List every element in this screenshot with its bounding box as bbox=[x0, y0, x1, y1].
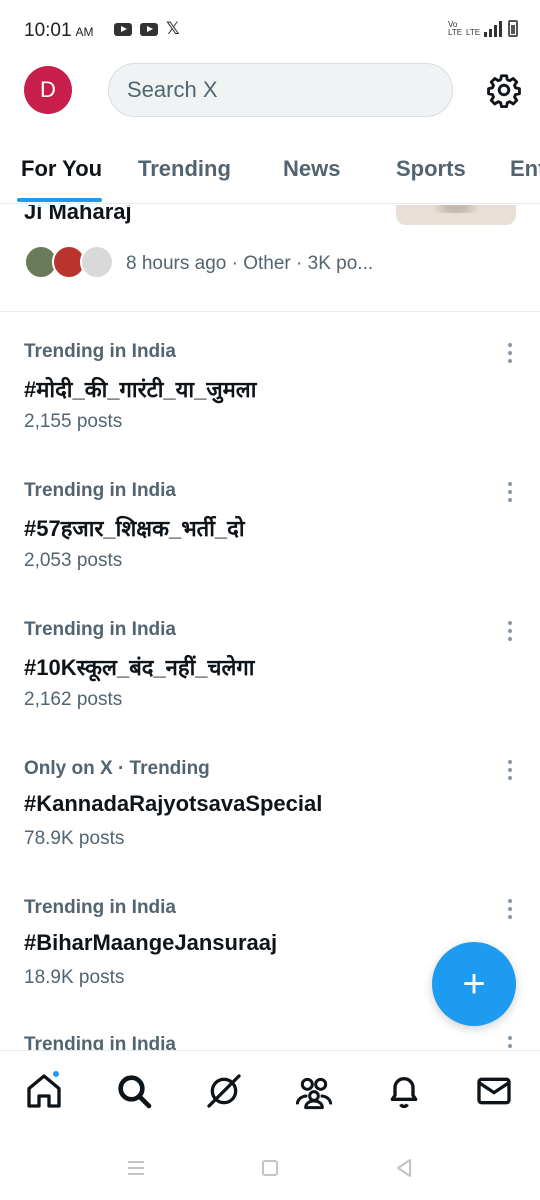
system-navigation-bar bbox=[0, 1138, 540, 1200]
back-icon[interactable] bbox=[392, 1156, 416, 1180]
trend-context: Trending in India bbox=[24, 619, 176, 640]
trend-item[interactable]: Only on X · Trending #KannadaRajyotsavaS… bbox=[0, 758, 540, 897]
active-tab-indicator bbox=[17, 198, 102, 202]
plus-icon: + bbox=[462, 961, 486, 1006]
home-button-icon[interactable] bbox=[258, 1156, 282, 1180]
story-avatars bbox=[24, 245, 116, 281]
status-bar: 10:01 AM 𝕏 Vo LTE LTE bbox=[0, 0, 540, 60]
status-ampm: AM bbox=[75, 25, 94, 39]
trend-hashtag: #मोदी_की_गारंटी_या_जुमला bbox=[24, 377, 257, 402]
trend-hashtag: #BiharMaangeJansuraaj bbox=[24, 930, 278, 955]
search-placeholder: Search X bbox=[127, 77, 218, 102]
home-notification-dot bbox=[51, 1069, 61, 1079]
x-logo-icon: 𝕏 bbox=[166, 19, 180, 38]
trend-post-count: 2,162 posts bbox=[24, 689, 123, 710]
trend-hashtag: #KannadaRajyotsavaSpecial bbox=[24, 791, 323, 816]
more-options-icon[interactable] bbox=[500, 480, 520, 504]
more-options-icon[interactable] bbox=[500, 758, 520, 782]
status-clock: 10:01 bbox=[24, 20, 72, 41]
story-thumbnail bbox=[396, 205, 516, 225]
system-indicators: Vo LTE LTE bbox=[448, 20, 518, 37]
trend-context: Trending in India bbox=[24, 341, 176, 362]
trend-post-count: 18.9K posts bbox=[24, 967, 125, 988]
more-options-icon[interactable] bbox=[500, 897, 520, 921]
divider bbox=[0, 311, 540, 312]
search-input[interactable]: Search X bbox=[108, 63, 453, 117]
trend-post-count: 2,155 posts bbox=[24, 411, 123, 432]
trend-hashtag: #57हजार_शिक्षक_भर्ती_दो bbox=[24, 516, 245, 541]
bell-icon[interactable] bbox=[384, 1071, 424, 1111]
volte-label: Vo LTE bbox=[448, 20, 463, 37]
youtube-icon bbox=[114, 22, 132, 36]
tab-entertainment[interactable]: Ent bbox=[510, 156, 540, 182]
trend-post-count: 2,053 posts bbox=[24, 550, 123, 571]
more-options-icon[interactable] bbox=[500, 1034, 520, 1050]
tab-sports[interactable]: Sports bbox=[396, 156, 466, 182]
recent-apps-icon[interactable] bbox=[124, 1156, 148, 1180]
avatar-letter: D bbox=[40, 77, 56, 102]
trend-item[interactable]: Trending in India bbox=[0, 1034, 540, 1050]
more-options-icon[interactable] bbox=[500, 619, 520, 643]
lte-label: LTE bbox=[466, 28, 481, 37]
notification-icons: 𝕏 bbox=[114, 19, 180, 38]
trend-context: Trending in India bbox=[24, 480, 176, 501]
bottom-navigation bbox=[0, 1050, 540, 1138]
settings-gear-icon[interactable] bbox=[486, 72, 522, 108]
trend-context: Trending in India bbox=[24, 1034, 176, 1050]
communities-icon[interactable] bbox=[294, 1071, 334, 1111]
story-meta: 8 hours ago · Other · 3K po... bbox=[126, 253, 374, 274]
explore-tabs: For You Trending News Sports Ent bbox=[0, 140, 540, 204]
explore-feed[interactable]: Ji Maharaj 8 hours ago · Other · 3K po..… bbox=[0, 205, 540, 1050]
status-time: 10:01 AM bbox=[24, 20, 94, 42]
signal-icon bbox=[484, 21, 502, 37]
trend-item[interactable]: Trending in India #57हजार_शिक्षक_भर्ती_द… bbox=[0, 480, 540, 619]
youtube-icon bbox=[140, 22, 158, 36]
more-options-icon[interactable] bbox=[500, 341, 520, 365]
tab-news[interactable]: News bbox=[283, 156, 340, 182]
mail-icon[interactable] bbox=[474, 1071, 514, 1111]
trend-item[interactable]: Trending in India #10Kस्कूल_बंद_नहीं_चले… bbox=[0, 619, 540, 758]
tab-trending[interactable]: Trending bbox=[138, 156, 231, 182]
trend-post-count: 78.9K posts bbox=[24, 828, 125, 849]
grok-icon[interactable] bbox=[204, 1071, 244, 1111]
trend-hashtag: #10Kस्कूल_बंद_नहीं_चलेगा bbox=[24, 655, 255, 680]
compose-post-button[interactable]: + bbox=[432, 942, 516, 1026]
avatar bbox=[80, 245, 114, 279]
profile-avatar[interactable]: D bbox=[24, 66, 72, 114]
trend-item[interactable]: Trending in India #मोदी_की_गारंटी_या_जुम… bbox=[0, 341, 540, 480]
search-icon[interactable] bbox=[114, 1071, 154, 1111]
story-title: Ji Maharaj bbox=[24, 205, 132, 224]
battery-icon bbox=[508, 20, 518, 37]
trend-context: Only on X · Trending bbox=[24, 758, 210, 779]
trend-context: Trending in India bbox=[24, 897, 176, 918]
tab-for-you[interactable]: For You bbox=[21, 156, 102, 182]
